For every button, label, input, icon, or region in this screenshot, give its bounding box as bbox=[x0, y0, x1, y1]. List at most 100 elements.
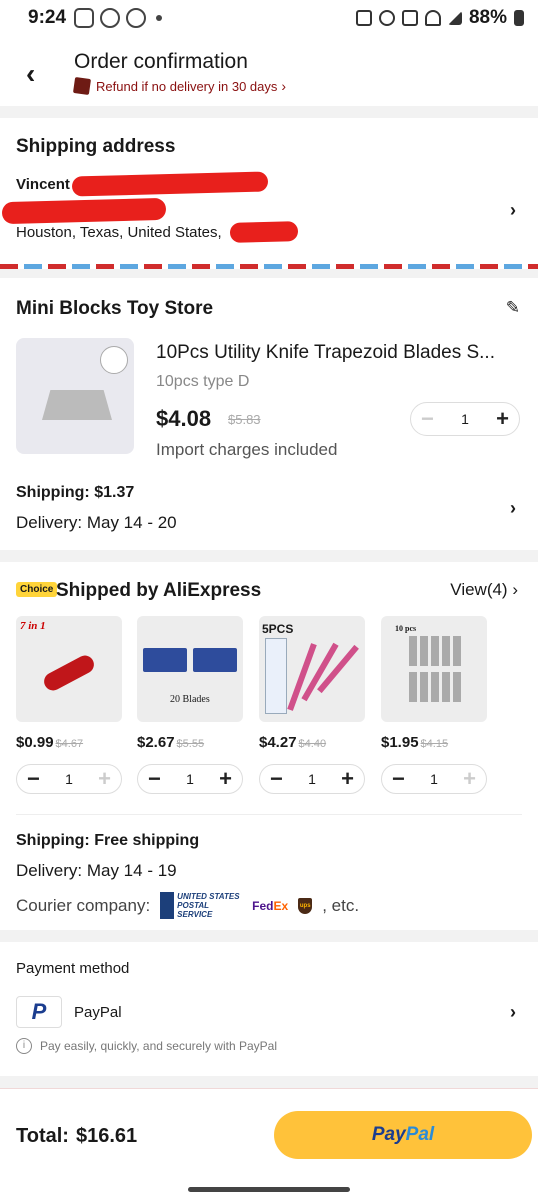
payment-note: i Pay easily, quickly, and securely with… bbox=[16, 1038, 277, 1054]
product-price: $4.08 bbox=[156, 406, 212, 431]
divider bbox=[16, 814, 522, 815]
paypal-icon: P bbox=[16, 996, 62, 1028]
payment-method-title: Payment method bbox=[16, 960, 130, 977]
decrease-button[interactable]: − bbox=[27, 766, 40, 792]
chevron-right-icon[interactable]: › bbox=[510, 498, 516, 519]
item-old-price: $4.15 bbox=[420, 738, 449, 750]
product-title[interactable]: 10Pcs Utility Knife Trapezoid Blades S..… bbox=[156, 342, 518, 364]
shipping-fee: Shipping: $1.37 bbox=[16, 484, 135, 501]
walk-notification-icon bbox=[100, 8, 121, 28]
quantity-value[interactable]: 1 bbox=[65, 771, 73, 787]
decrease-button[interactable]: − bbox=[148, 766, 161, 792]
choice-delivery-estimate: Delivery: May 14 - 19 bbox=[16, 861, 177, 880]
item-price: $4.27 bbox=[259, 734, 297, 751]
payment-note-text: Pay easily, quickly, and securely with P… bbox=[40, 1039, 277, 1053]
decrease-button[interactable]: − bbox=[392, 766, 405, 792]
courier-company: Courier company: UNITED STATES POSTAL SE… bbox=[16, 892, 359, 919]
view-all-link[interactable]: View(4) › bbox=[450, 580, 518, 600]
view-all-label: View(4) bbox=[450, 580, 508, 599]
choice-badge: Choice bbox=[16, 582, 58, 597]
redaction-mark bbox=[71, 171, 269, 197]
home-indicator[interactable] bbox=[188, 1187, 350, 1192]
address-line: Houston, Texas, United States, bbox=[16, 224, 222, 241]
pocket-knife-illustration bbox=[40, 652, 98, 694]
gamepad-badge-icon bbox=[100, 346, 128, 374]
chevron-right-icon: › bbox=[510, 200, 516, 220]
product-old-price: $5.83 bbox=[228, 412, 261, 427]
choice-title: Shipped by AliExpress bbox=[56, 580, 262, 601]
more-notifications-icon bbox=[156, 15, 163, 21]
thumb-label: 5PCS bbox=[262, 622, 294, 636]
nfc-icon bbox=[355, 10, 372, 26]
item-old-price: $4.40 bbox=[298, 738, 327, 750]
item-thumbnail[interactable]: 7 in 1 bbox=[16, 616, 122, 722]
fedex-logo-part: Fed bbox=[252, 898, 274, 913]
chevron-right-icon[interactable]: › bbox=[510, 1002, 516, 1023]
payment-method-card[interactable]: Payment method P PayPal › i Pay easily, … bbox=[0, 942, 538, 1076]
courier-etc: , etc. bbox=[322, 895, 360, 915]
item-price: $0.99 bbox=[16, 734, 54, 751]
blades-grid-illustration bbox=[409, 672, 461, 702]
store-card: Mini Blocks Toy Store ✎ 10Pcs Utility Kn… bbox=[0, 278, 538, 550]
status-time: 9:24 bbox=[28, 7, 67, 28]
refund-guarantee-link[interactable]: Refund if no delivery in 30 days › bbox=[72, 76, 286, 96]
choice-item[interactable]: 10 pcs $1.95 $4.15 − 1 + bbox=[381, 616, 487, 794]
ups-logo: ups bbox=[298, 897, 313, 914]
choice-item[interactable]: 20 Blades $2.67 $5.55 − 1 + bbox=[137, 616, 243, 794]
item-thumbnail[interactable]: 5PCS bbox=[259, 616, 365, 722]
choice-card: Choice Shipped by AliExpress View(4) › 7… bbox=[0, 562, 538, 930]
item-price-row: $1.95 $4.15 bbox=[381, 734, 448, 751]
fedex-logo-part: Ex bbox=[273, 898, 289, 913]
quantity-stepper: − 1 + bbox=[16, 764, 122, 794]
increase-button[interactable]: + bbox=[463, 766, 476, 792]
increase-button[interactable]: + bbox=[219, 766, 232, 792]
wifi-icon bbox=[424, 10, 441, 26]
choice-item[interactable]: 7 in 1 $0.99 $4.67 − 1 + bbox=[16, 616, 122, 794]
edit-icon[interactable]: ✎ bbox=[506, 298, 520, 318]
product-image[interactable] bbox=[16, 338, 134, 454]
mute-icon bbox=[401, 10, 418, 26]
thumb-label: 20 Blades bbox=[170, 694, 210, 705]
usps-logo: UNITED STATES POSTAL SERVICE bbox=[160, 892, 242, 919]
quantity-value[interactable]: 1 bbox=[308, 771, 316, 787]
quantity-stepper: − 1 + bbox=[381, 764, 487, 794]
package-illustration bbox=[265, 638, 287, 714]
total-label: Total: bbox=[16, 1125, 69, 1147]
item-thumbnail[interactable]: 10 pcs bbox=[381, 616, 487, 722]
courier-label: Courier company: bbox=[16, 895, 151, 915]
decrease-button[interactable]: − bbox=[421, 406, 434, 432]
choice-shipping-fee: Shipping: Free shipping bbox=[16, 832, 200, 849]
shipping-address-card[interactable]: Shipping address Vincent Houston, Texas,… bbox=[0, 118, 538, 264]
item-old-price: $4.67 bbox=[55, 738, 84, 750]
battery-percent: 88% bbox=[468, 7, 507, 28]
app-notification-icon bbox=[74, 8, 95, 28]
shipping-address-title: Shipping address bbox=[16, 136, 176, 157]
increase-button[interactable]: + bbox=[341, 766, 354, 792]
increase-button[interactable]: + bbox=[496, 406, 509, 432]
info-icon: i bbox=[16, 1038, 32, 1054]
pay-button-text: Pay bbox=[371, 1124, 406, 1145]
store-name[interactable]: Mini Blocks Toy Store bbox=[16, 298, 213, 320]
quantity-value[interactable]: 1 bbox=[461, 411, 469, 427]
blade-illustration bbox=[42, 390, 112, 420]
quantity-stepper: − 1 + bbox=[137, 764, 243, 794]
back-icon[interactable]: ‹ bbox=[26, 58, 35, 90]
product-variant[interactable]: 10pcs type D bbox=[156, 373, 249, 391]
total-value: $16.61 bbox=[76, 1125, 138, 1147]
blade-pack-illustration bbox=[143, 648, 187, 672]
blades-grid-illustration bbox=[409, 636, 461, 666]
status-right: 88% bbox=[355, 7, 524, 29]
alarm-icon bbox=[378, 10, 395, 26]
decrease-button[interactable]: − bbox=[270, 766, 283, 792]
increase-button[interactable]: + bbox=[98, 766, 111, 792]
paypal-pay-button[interactable]: Pay Pal bbox=[274, 1111, 532, 1159]
airmail-divider bbox=[0, 264, 538, 269]
payment-method-name: PayPal bbox=[74, 1004, 122, 1021]
quantity-value[interactable]: 1 bbox=[186, 771, 194, 787]
status-bar: 9:24 88% bbox=[0, 0, 538, 36]
signal-icon bbox=[447, 11, 462, 25]
blade-pack-illustration bbox=[193, 648, 237, 672]
quantity-value[interactable]: 1 bbox=[430, 771, 438, 787]
choice-item[interactable]: 5PCS $4.27 $4.40 − 1 + bbox=[259, 616, 365, 794]
item-thumbnail[interactable]: 20 Blades bbox=[137, 616, 243, 722]
